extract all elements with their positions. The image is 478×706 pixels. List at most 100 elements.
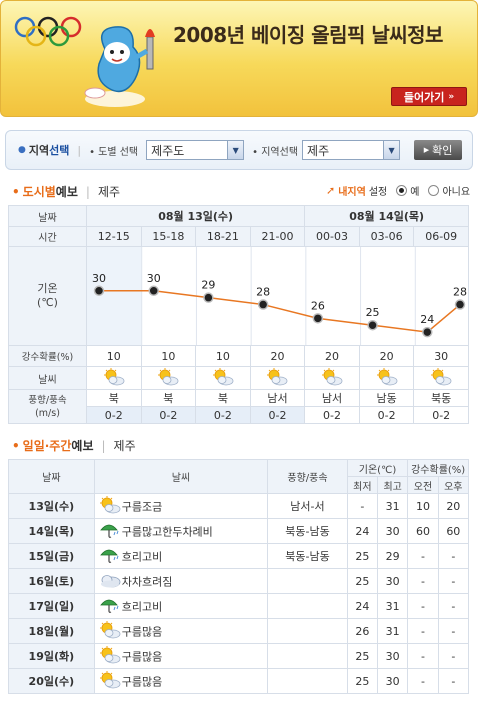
temperature-point — [454, 299, 466, 310]
short-term-forecast-table: 날짜 08월 13일(수) 08월 14일(목) 시간 12-15 15-18 … — [8, 205, 469, 424]
weather-cell — [86, 366, 142, 390]
wind-dir-cell: 남서 — [304, 389, 360, 407]
enter-button-label: 들어가기 — [403, 90, 445, 104]
bullet-icon: • — [12, 184, 20, 199]
weekly-rain-am: - — [407, 618, 439, 644]
temperature-point — [148, 285, 159, 297]
rain-cell: 10 — [86, 345, 142, 367]
temperature-label: 30 — [147, 272, 161, 285]
weekly-max-temp: 29 — [376, 543, 409, 569]
province-select[interactable]: 제주도 ▼ — [146, 140, 245, 160]
bullet-icon: ● — [18, 145, 26, 155]
temperature-point — [367, 319, 378, 331]
weekly-weather-text: 구름많음 — [121, 625, 163, 638]
header-max: 최고 — [376, 476, 409, 494]
header-temp: 기온(℃) — [346, 459, 409, 477]
weekly-rain-pm: - — [437, 568, 470, 594]
weekly-weather: 구름많음 — [93, 643, 269, 669]
weekly-min-temp: 26 — [346, 618, 379, 644]
cloud-icon — [99, 571, 121, 592]
temperature-label: 30 — [92, 272, 106, 285]
sun-cloud-icon — [212, 367, 234, 389]
weekly-max-temp: 30 — [376, 568, 409, 594]
header-rain: 강수확률(%) — [407, 459, 469, 477]
temperature-point — [257, 299, 269, 310]
temperature-chart-cell: 30 30 29 28 26 25 24 28 — [86, 246, 469, 346]
wind-dir-cell: 남서 — [249, 389, 306, 407]
weekly-row: 16일(토) 차차흐려짐 25 30- - — [8, 568, 470, 594]
row-label-temp: 기온 (℃) — [8, 246, 87, 346]
olympic-rings-icon — [14, 16, 82, 47]
date-header-2: 08월 14일(목) — [304, 205, 469, 227]
wind-speed-cell: 0-2 — [86, 406, 142, 424]
weekly-wind — [267, 568, 348, 594]
confirm-button[interactable]: ▶ 확인 — [414, 140, 463, 160]
wind-speed-cell: 0-2 — [140, 406, 197, 424]
enter-button[interactable]: 들어가기 » — [391, 87, 467, 106]
weekly-day: 13일(수) — [8, 493, 95, 519]
time-cell: 15-18 — [140, 226, 197, 247]
sun-cloud-icon — [99, 645, 121, 667]
weekly-max-temp: 31 — [376, 618, 409, 644]
time-cell: 06-09 — [413, 226, 469, 247]
weekly-row: 19일(화) 구름많음 25 30- - — [8, 643, 470, 669]
wind-dir-cell: 남동 — [358, 389, 415, 407]
weekly-day: 14일(목) — [8, 518, 95, 544]
weekly-weather: 구름많고한두차례비 — [93, 518, 269, 544]
sun-cloud-icon — [266, 367, 288, 389]
weather-cell — [304, 366, 360, 390]
weekly-min-temp: 24 — [346, 593, 379, 619]
weekly-forecast-heading: • 일일·주간 예보 | 제주 — [12, 438, 136, 454]
weather-cell — [195, 366, 251, 390]
rain-cell: 30 — [413, 345, 469, 367]
umbrella-icon — [99, 596, 121, 617]
weekly-rain-am: - — [407, 568, 439, 594]
weekly-rain-am: - — [407, 668, 439, 694]
umbrella-icon — [99, 546, 121, 567]
weekly-row: 15일(금) 흐리고비 북동-남동 25 29- - — [8, 543, 470, 569]
weekly-wind — [267, 668, 348, 694]
rain-cell: 20 — [304, 345, 360, 367]
olympic-banner: 2008년 베이징 올림픽 날씨정보 들어가기 » — [0, 0, 478, 117]
radio-no[interactable] — [428, 185, 440, 196]
sun-cloud-icon — [99, 620, 121, 642]
weekly-rain-am: - — [407, 643, 439, 669]
weekly-rain-pm: 60 — [437, 518, 470, 544]
weekly-row: 17일(일) 흐리고비 24 31- - — [8, 593, 470, 619]
wind-dir-cell: 북동 — [413, 389, 469, 407]
weekly-weather: 구름많음 — [93, 668, 269, 694]
row-label-wind: 풍향/풍속 (m/s) — [8, 389, 87, 424]
radio-yes[interactable] — [396, 185, 408, 196]
weekly-day: 16일(토) — [8, 568, 95, 594]
weekly-weather: 차차흐려짐 — [93, 568, 269, 594]
sun-cloud-icon — [157, 367, 179, 389]
weekly-min-temp: 25 — [346, 668, 379, 694]
row-label-time: 시간 — [8, 226, 87, 247]
weekly-max-temp: 30 — [376, 668, 409, 694]
weekly-weather-text: 구름많음 — [121, 675, 163, 688]
weekly-weather: 흐리고비 — [93, 543, 269, 569]
area-select-value: 제주 — [307, 143, 330, 158]
area-label: • 지역선택 — [252, 146, 299, 158]
time-cell: 18-21 — [195, 226, 251, 247]
temperature-chart: 30 30 29 28 26 25 24 28 — [87, 247, 467, 345]
area-select[interactable]: 제주 ▼ — [302, 140, 401, 160]
divider: | — [77, 143, 82, 157]
temperature-label: 29 — [201, 279, 215, 292]
wind-dir-cell: 북 — [140, 389, 197, 407]
sun-cloud-icon — [321, 367, 343, 389]
header-date: 날짜 — [8, 459, 95, 494]
time-cell: 03-06 — [358, 226, 415, 247]
weekly-rain-pm: - — [437, 618, 470, 644]
header-pm: 오후 — [437, 476, 470, 494]
weekly-day: 19일(화) — [8, 643, 95, 669]
weekly-row: 20일(수) 구름많음 25 30- - — [8, 668, 470, 694]
weekly-weather-text: 흐리고비 — [121, 550, 163, 563]
weekly-weather-text: 흐리고비 — [121, 600, 163, 613]
dropdown-arrow-icon: ▼ — [383, 141, 400, 159]
weekly-max-temp: 31 — [376, 593, 409, 619]
header-wind: 풍향/풍속 — [267, 459, 348, 494]
sun-cloud-icon — [376, 367, 398, 389]
weekly-weather: 구름조금 — [93, 493, 269, 519]
row-label-date: 날짜 — [8, 205, 87, 227]
